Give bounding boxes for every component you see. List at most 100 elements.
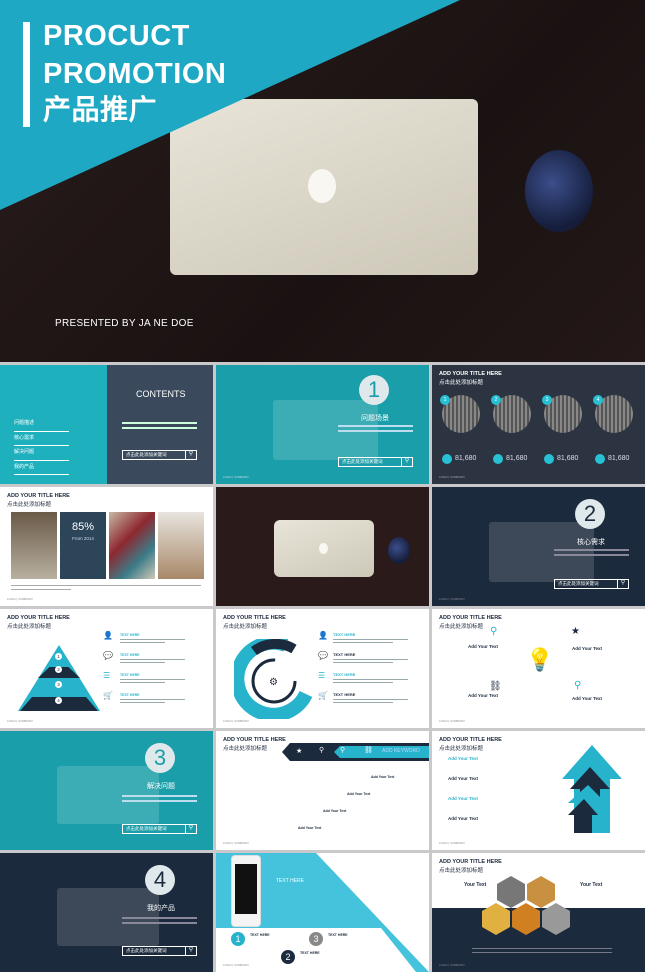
label: TEXT HERE [120, 653, 140, 657]
slide-section-3[interactable]: 3 解决问题 点击此处添加关键词 ⚲ [0, 731, 213, 850]
slide-donut[interactable]: ADD YOUR TITLE HERE 点击此处添加标题 ⚙ 👤 TEXT HE… [216, 609, 429, 728]
label: Add Your Text [448, 756, 479, 761]
label: TEXT HERE [120, 633, 140, 637]
stat-value: 81,680 [608, 455, 630, 462]
laptop-image [274, 520, 374, 577]
search-box[interactable]: 点击此处添加关键词 ⚲ [122, 946, 197, 956]
label: Add Your Text [448, 796, 479, 801]
slide-pyramid[interactable]: ADD YOUR TITLE HERE 点击此处添加标题 1 2 3 4 👤 TEXT… [0, 609, 213, 728]
text-here: TEXT HERE [276, 878, 304, 884]
slide-section-4[interactable]: 4 我的产品 点击此处添加关键词 ⚲ [0, 853, 213, 972]
slide-phone[interactable]: TEXT HERE 点击此处添加标题 TITLE HERE 1 TEXT HER… [216, 853, 429, 972]
star-icon: ★ [296, 748, 303, 755]
stat-value: 81,680 [455, 455, 477, 462]
level-badge: 4 [55, 697, 62, 704]
cart-icon: 🛒 [103, 691, 113, 700]
slide-title: ADD YOUR TITLE HERE [439, 371, 502, 377]
search-box[interactable]: 点击此处添加关键词 ⚲ [338, 457, 413, 467]
search-icon[interactable]: ⚲ [185, 824, 196, 834]
slide-subtitle: 点击此处添加标题 [439, 868, 484, 874]
contents-item[interactable]: 问题描述 [14, 417, 69, 432]
keyword-banner[interactable]: ADD KEYWORD [382, 748, 420, 754]
link-icon: ⛓ [364, 747, 373, 754]
footer: LOGO | COMPANY [439, 597, 466, 601]
search-box[interactable]: 点击此处添加关键词 ⚲ [122, 450, 197, 460]
section-title: 解决问题 [147, 783, 175, 790]
user-icon [493, 454, 503, 464]
section-title: 我的产品 [147, 905, 175, 912]
step-label: TEXT HERE [328, 933, 348, 937]
banner-title: 点击此处添加标题 [386, 915, 422, 920]
title-bar [23, 22, 30, 127]
slide-subtitle: 点击此处添加标题 [439, 624, 484, 630]
badge: 2 [491, 395, 501, 405]
level-badge: 2 [55, 666, 62, 673]
footer: LOGO | COMPANY [439, 841, 466, 845]
footer: LOGO | COMPANY [223, 475, 250, 479]
slide-subtitle: 点击此处添加标题 [223, 746, 268, 752]
step-badge: 1 [231, 932, 245, 946]
slide-title: ADD YOUR TITLE HERE [7, 615, 70, 621]
contents-item[interactable]: 我的产品 [14, 461, 69, 475]
label: TEXT HERE [333, 632, 356, 637]
search-icon[interactable]: ⚲ [617, 579, 628, 589]
label: Add Your Text [572, 646, 603, 651]
slide-hexagons[interactable]: ADD YOUR TITLE HERE 点击此处添加标题 Your Text Y… [432, 853, 645, 972]
section-title: 核心需求 [577, 539, 605, 546]
search-icon: ⚲ [490, 626, 498, 637]
label: Add Your Text [448, 816, 479, 821]
contents-item[interactable]: 解决问题 [14, 446, 69, 461]
label: Add Your Text [323, 809, 347, 813]
contents-item[interactable]: 核心需求 [14, 432, 69, 446]
arrows-chart [562, 745, 622, 833]
label: TEXT HERE [333, 652, 356, 657]
search-icon[interactable]: ⚲ [185, 450, 196, 460]
hexagon-photo [497, 876, 525, 908]
stat-value: 81,680 [506, 455, 528, 462]
slide-title: ADD YOUR TITLE HERE [223, 737, 286, 743]
search-icon[interactable]: ⚲ [401, 457, 412, 467]
step-badge: 3 [309, 932, 323, 946]
slide-title: ADD YOUR TITLE HERE [439, 615, 502, 621]
location-icon: ⚲ [340, 747, 346, 754]
since: From 2014 [72, 536, 94, 541]
badge: 3 [542, 395, 552, 405]
section-number: 1 [359, 375, 389, 405]
percent: 85% [71, 521, 95, 533]
search-box[interactable]: 点击此处添加关键词 ⚲ [554, 579, 629, 589]
search-icon[interactable]: ⚲ [185, 946, 196, 956]
phone-image [231, 855, 261, 927]
title-slide[interactable]: PROCUCT PROMOTION 产品推广 PRESENTED BY JA N… [0, 0, 645, 362]
slide-section-2[interactable]: 2 核心需求 点击此处添加关键词 ⚲ LOGO | COMPANY [432, 487, 645, 606]
slide-gallery[interactable]: ADD YOUR TITLE HERE 点击此处添加标题 85% From 20… [0, 487, 213, 606]
slide-contents[interactable]: CONTENTS 问题描述 核心需求 解决问题 我的产品 点击此处添加关键词 ⚲ [0, 365, 213, 484]
section-title: 问题场景 [361, 415, 389, 422]
label: Add Your Text [572, 696, 603, 701]
footer: LOGO | COMPANY [7, 597, 34, 601]
slide-keyword[interactable]: ADD YOUR TITLE HERE 点击此处添加标题 ★ ⚲ ⚲ ⛓ ADD… [216, 731, 429, 850]
label: Add Your Text [347, 792, 371, 796]
location-icon: ⚲ [574, 680, 582, 691]
section-number: 4 [145, 865, 175, 895]
footer: LOGO | COMPANY [439, 963, 466, 967]
slide-bulb[interactable]: ADD YOUR TITLE HERE 点击此处添加标题 ⚲ ★ ⛓ ⚲ 💡 A… [432, 609, 645, 728]
lightbulb-icon: 💡 [526, 647, 554, 672]
user-icon: 👤 [318, 631, 328, 640]
star-icon: ★ [571, 626, 580, 637]
title-line1: PROCUCT [43, 20, 190, 52]
chat-icon: 💬 [318, 651, 328, 660]
user-icon [544, 454, 554, 464]
svg-text:⚙: ⚙ [269, 677, 278, 688]
label: TEXT HERE [120, 693, 140, 697]
slide-stats[interactable]: ADD YOUR TITLE HERE 点击此处添加标题 1 81,680 2 … [432, 365, 645, 484]
stat-value: 81,680 [557, 455, 579, 462]
slide-section-1[interactable]: 1 问题场景 点击此处添加关键词 ⚲ LOGO | COMPANY [216, 365, 429, 484]
photo [158, 512, 204, 579]
slide-arrows[interactable]: ADD YOUR TITLE HERE 点击此处添加标题 Add Your Te… [432, 731, 645, 850]
hexagon-photo [527, 876, 555, 908]
label: Add Your Text [298, 826, 322, 830]
badge: 4 [593, 395, 603, 405]
search-box[interactable]: 点击此处添加关键词 ⚲ [122, 824, 197, 834]
slide-photo[interactable] [216, 487, 429, 606]
slide-subtitle: 点击此处添加标题 [7, 502, 52, 508]
